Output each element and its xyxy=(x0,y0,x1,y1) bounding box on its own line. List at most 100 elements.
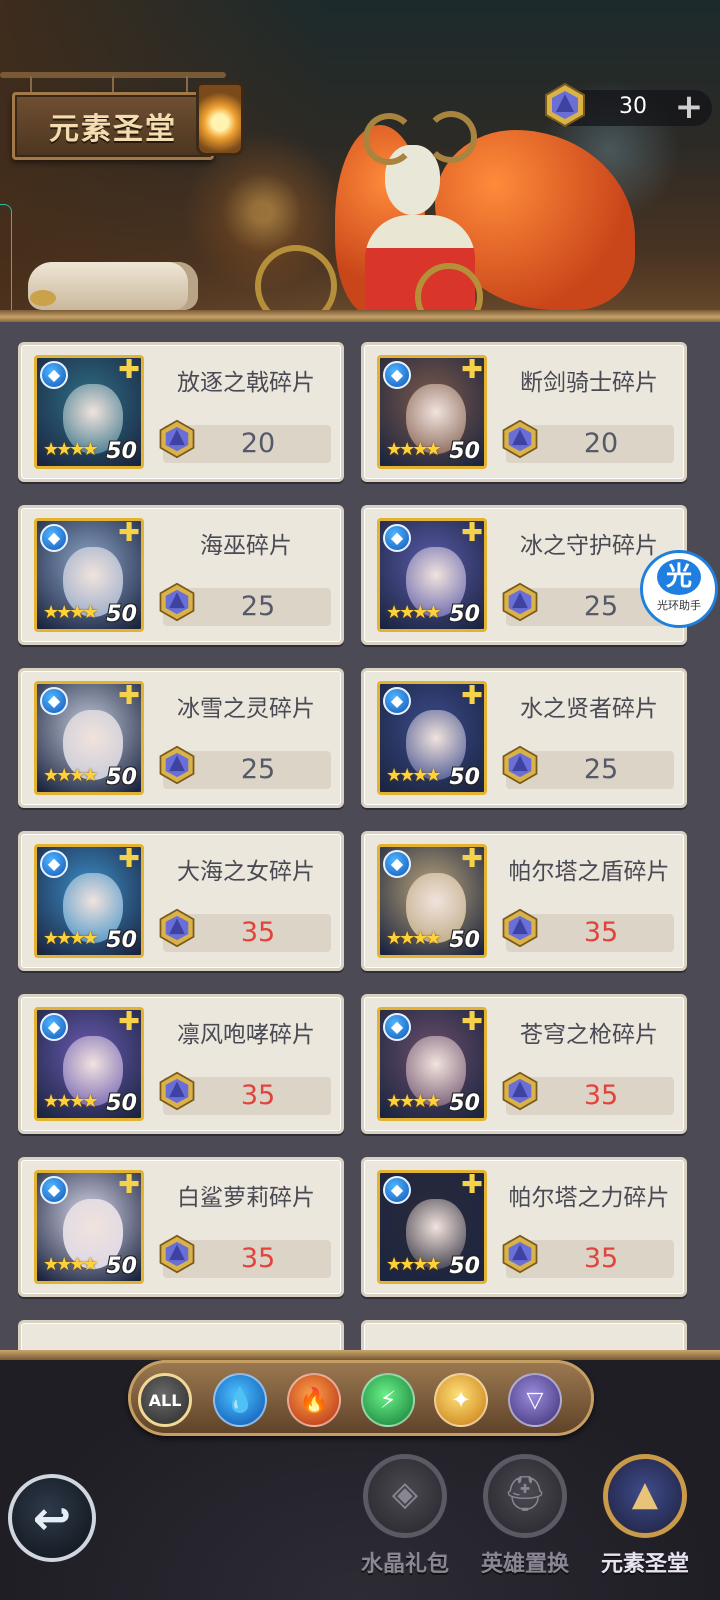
puzzle-piece-icon: ✚ xyxy=(118,1170,140,1200)
hero-portrait: ◆ ✚ ★★★★ 50 xyxy=(377,1007,487,1121)
hero-portrait: ◆ ✚ ★★★★ 50 xyxy=(34,1007,144,1121)
item-price: 35 xyxy=(240,1243,276,1274)
water-element-icon: ◆ xyxy=(383,1013,411,1041)
crystal-gem-icon xyxy=(502,1071,538,1111)
wind-element-icon[interactable]: ⚡ xyxy=(361,1373,415,1427)
crystal-gem-icon xyxy=(159,419,195,459)
side-drawer-handle[interactable] xyxy=(0,204,12,322)
tab-label: 水晶礼包 xyxy=(360,1552,449,1577)
shop-item-card[interactable]: ◆ ✚ ★★★★ 50 帕尔塔之力碎片 35 xyxy=(361,1157,687,1297)
page-title: 元素圣堂 xyxy=(12,92,214,160)
tab-label: 英雄置换 xyxy=(480,1552,569,1577)
item-name: 放逐之戟碎片 xyxy=(177,370,315,396)
star-rating: ★★★★ xyxy=(386,602,442,623)
currency-display: 30 + xyxy=(545,82,712,128)
item-name: 白鲨萝莉碎片 xyxy=(177,1185,315,1211)
shop-item-card[interactable]: ◆ ✚ ★★★★ 50 断剑骑士碎片 20 xyxy=(361,342,687,482)
item-name: 水之贤者碎片 xyxy=(520,696,658,722)
star-rating: ★★★★ xyxy=(386,765,442,786)
back-button[interactable]: ↩ xyxy=(8,1474,96,1562)
tab-label: 元素圣堂 xyxy=(600,1552,689,1577)
hero-level: 50 xyxy=(106,928,137,953)
star-rating: ★★★★ xyxy=(43,1254,99,1275)
filter-all-button[interactable]: ALL xyxy=(138,1373,192,1427)
item-price: 35 xyxy=(583,1243,619,1274)
puzzle-piece-icon: ✚ xyxy=(461,518,483,548)
tab-crystal-gift[interactable]: ◈ 水晶礼包 xyxy=(346,1446,464,1596)
item-price: 35 xyxy=(583,917,619,948)
crystal-gem-icon xyxy=(502,419,538,459)
shop-item-grid[interactable]: ◆ ✚ ★★★★ 50 放逐之戟碎片 20 ◆ ✚ ★★★★ 50 断剑骑士碎片 xyxy=(0,324,720,1350)
item-price: 25 xyxy=(583,754,619,785)
hero-portrait: ◆ ✚ ★★★★ 50 xyxy=(34,518,144,632)
dark-element-icon[interactable]: ▽ xyxy=(508,1373,562,1427)
assistant-floating-button[interactable]: 光 光环助手 xyxy=(640,550,718,628)
water-element-icon: ◆ xyxy=(40,524,68,552)
shop-item-card[interactable]: ◆ ✚ ★★★★ 50 白鲨萝莉碎片 35 xyxy=(18,1157,344,1297)
item-name: 大海之女碎片 xyxy=(177,859,315,885)
water-element-icon: ◆ xyxy=(40,361,68,389)
shop-item-card[interactable]: ◆ ✚ ★★★★ 50 放逐之戟碎片 20 xyxy=(18,342,344,482)
item-name: 冰雪之灵碎片 xyxy=(177,696,315,722)
shop-item-card[interactable]: ◆ ✚ ★★★★ 50 冰之守护碎片 25 xyxy=(361,505,687,645)
water-element-icon: ◆ xyxy=(40,1013,68,1041)
hero-level: 50 xyxy=(449,1254,480,1279)
puzzle-piece-icon: ✚ xyxy=(118,355,140,385)
shop-item-card[interactable]: ◆ ✚ ★★★★ 50 凛风咆哮碎片 35 xyxy=(18,994,344,1134)
crystal-gem-icon xyxy=(502,582,538,622)
water-element-icon: ◆ xyxy=(40,850,68,878)
hero-level: 50 xyxy=(449,602,480,627)
water-element-icon[interactable]: 💧 xyxy=(213,1373,267,1427)
tab-hero-swap[interactable]: ⛑ 英雄置换 xyxy=(466,1446,584,1596)
shop-item-card[interactable] xyxy=(361,1320,687,1350)
assistant-icon: 光 xyxy=(657,559,701,595)
fire-element-icon[interactable]: 🔥 xyxy=(287,1373,341,1427)
add-currency-button[interactable]: + xyxy=(674,89,704,125)
star-rating: ★★★★ xyxy=(386,1091,442,1112)
hero-portrait: ◆ ✚ ★★★★ 50 xyxy=(34,681,144,795)
item-price: 25 xyxy=(240,754,276,785)
star-rating: ★★★★ xyxy=(43,1091,99,1112)
currency-amount: 30 xyxy=(619,94,647,119)
star-rating: ★★★★ xyxy=(43,602,99,623)
crystal-gem-icon xyxy=(159,1234,195,1274)
shop-item-card[interactable]: ◆ ✚ ★★★★ 50 苍穹之枪碎片 35 xyxy=(361,994,687,1134)
shop-item-card[interactable]: ◆ ✚ ★★★★ 50 海巫碎片 25 xyxy=(18,505,344,645)
puzzle-piece-icon: ✚ xyxy=(118,844,140,874)
shop-item-card[interactable]: ◆ ✚ ★★★★ 50 大海之女碎片 35 xyxy=(18,831,344,971)
shop-item-card[interactable] xyxy=(18,1320,344,1350)
shop-item-card[interactable]: ◆ ✚ ★★★★ 50 水之贤者碎片 25 xyxy=(361,668,687,808)
item-price: 20 xyxy=(240,428,276,459)
item-price: 35 xyxy=(240,917,276,948)
bottom-border xyxy=(0,1350,720,1360)
item-name: 冰之守护碎片 xyxy=(520,533,658,559)
assistant-label: 光环助手 xyxy=(657,599,701,612)
element-filter-bar: ALL 💧 🔥 ⚡ ✦ ▽ xyxy=(128,1360,594,1436)
hero-horn-left xyxy=(363,113,415,165)
hero-level: 50 xyxy=(449,765,480,790)
water-element-icon: ◆ xyxy=(383,687,411,715)
star-rating: ★★★★ xyxy=(43,928,99,949)
hero-portrait: ◆ ✚ ★★★★ 50 xyxy=(377,1170,487,1284)
hero-level: 50 xyxy=(106,1254,137,1279)
hero-level: 50 xyxy=(106,1091,137,1116)
puzzle-piece-icon: ✚ xyxy=(461,844,483,874)
hero-character-art xyxy=(255,95,645,322)
shop-item-card[interactable]: ◆ ✚ ★★★★ 50 冰雪之灵碎片 25 xyxy=(18,668,344,808)
puzzle-piece-icon: ✚ xyxy=(461,681,483,711)
crystal-gem-icon xyxy=(159,745,195,785)
hero-portrait: ◆ ✚ ★★★★ 50 xyxy=(377,681,487,795)
star-rating: ★★★★ xyxy=(386,928,442,949)
banner-border xyxy=(0,310,720,322)
light-element-icon[interactable]: ✦ xyxy=(434,1373,488,1427)
shop-item-card[interactable]: ◆ ✚ ★★★★ 50 帕尔塔之盾碎片 35 xyxy=(361,831,687,971)
crystal-gem-icon xyxy=(159,582,195,622)
crystal-gem-icon xyxy=(502,1234,538,1274)
item-price: 35 xyxy=(583,1080,619,1111)
tab-element-sanctum[interactable]: ▲ 元素圣堂 xyxy=(586,1446,704,1596)
puzzle-piece-icon: ✚ xyxy=(461,1170,483,1200)
water-element-icon: ◆ xyxy=(40,1176,68,1204)
crystal-gem-icon xyxy=(159,1071,195,1111)
water-element-icon: ◆ xyxy=(383,1176,411,1204)
water-element-icon: ◆ xyxy=(40,687,68,715)
